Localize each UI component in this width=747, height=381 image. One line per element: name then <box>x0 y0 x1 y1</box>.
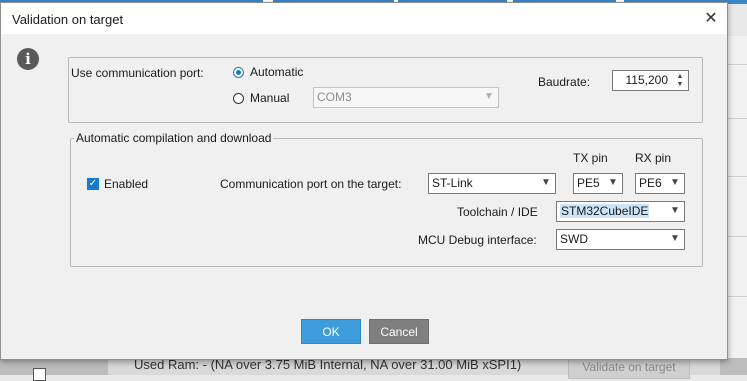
enabled-checkbox[interactable]: ✓ <box>87 178 99 190</box>
manual-label: Manual <box>250 91 290 105</box>
chevron-down-icon: ▼ <box>541 177 551 188</box>
toolchain-select[interactable]: STM32CubeIDE ▼ <box>556 201 685 222</box>
use-port-label: Use communication port: <box>71 66 204 80</box>
baudrate-value: 115,200 <box>625 73 669 87</box>
port-on-target-label: Communication port on the target: <box>220 177 402 191</box>
manual-port-value: COM3 <box>317 90 352 104</box>
automatic-label: Automatic <box>250 65 304 79</box>
info-icon: i <box>17 48 39 70</box>
baudrate-spinner[interactable]: 115,200 ▲ ▼ <box>612 70 689 91</box>
debug-interface-value: SWD <box>560 232 588 246</box>
ok-button[interactable]: OK <box>301 319 361 344</box>
tx-pin-select[interactable]: PE5 ▼ <box>573 173 623 194</box>
background-side-panel <box>727 36 747 366</box>
port-on-target-select[interactable]: ST-Link ▼ <box>428 173 556 194</box>
chevron-down-icon: ▼ <box>670 205 680 216</box>
chevron-down-icon: ▼ <box>608 177 618 188</box>
rx-pin-select[interactable]: PE6 ▼ <box>635 173 685 194</box>
chevron-down-icon: ▼ <box>670 177 680 188</box>
automatic-radio[interactable] <box>233 67 244 78</box>
manual-radio[interactable] <box>233 93 244 104</box>
close-icon[interactable]: ✕ <box>699 7 723 31</box>
enabled-label: Enabled <box>104 177 149 191</box>
dialog-titlebar: Validation on target ✕ <box>1 3 727 34</box>
chevron-down-icon: ▼ <box>670 233 680 244</box>
rx-pin-header: RX pin <box>635 151 672 165</box>
port-on-target-value: ST-Link <box>432 176 473 190</box>
baudrate-label: Baudrate: <box>538 75 591 89</box>
dialog-title: Validation on target <box>12 12 124 27</box>
debug-interface-label: MCU Debug interface: <box>418 233 537 247</box>
tx-pin-value: PE5 <box>577 176 600 190</box>
spin-down-icon[interactable]: ▼ <box>673 80 687 89</box>
rx-pin-value: PE6 <box>639 176 662 190</box>
manual-port-select[interactable]: COM3 ▼ <box>313 87 499 108</box>
validation-dialog: Validation on target ✕ i Use communicati… <box>0 2 728 360</box>
debug-interface-select[interactable]: SWD ▼ <box>556 229 685 250</box>
toolchain-value: STM32CubeIDE <box>560 204 650 218</box>
chevron-down-icon: ▼ <box>484 91 494 102</box>
auto-compile-group-title: Automatic compilation and download <box>74 131 274 145</box>
tx-pin-header: TX pin <box>573 151 608 165</box>
toolchain-label: Toolchain / IDE <box>457 205 538 219</box>
cancel-button[interactable]: Cancel <box>369 319 429 344</box>
